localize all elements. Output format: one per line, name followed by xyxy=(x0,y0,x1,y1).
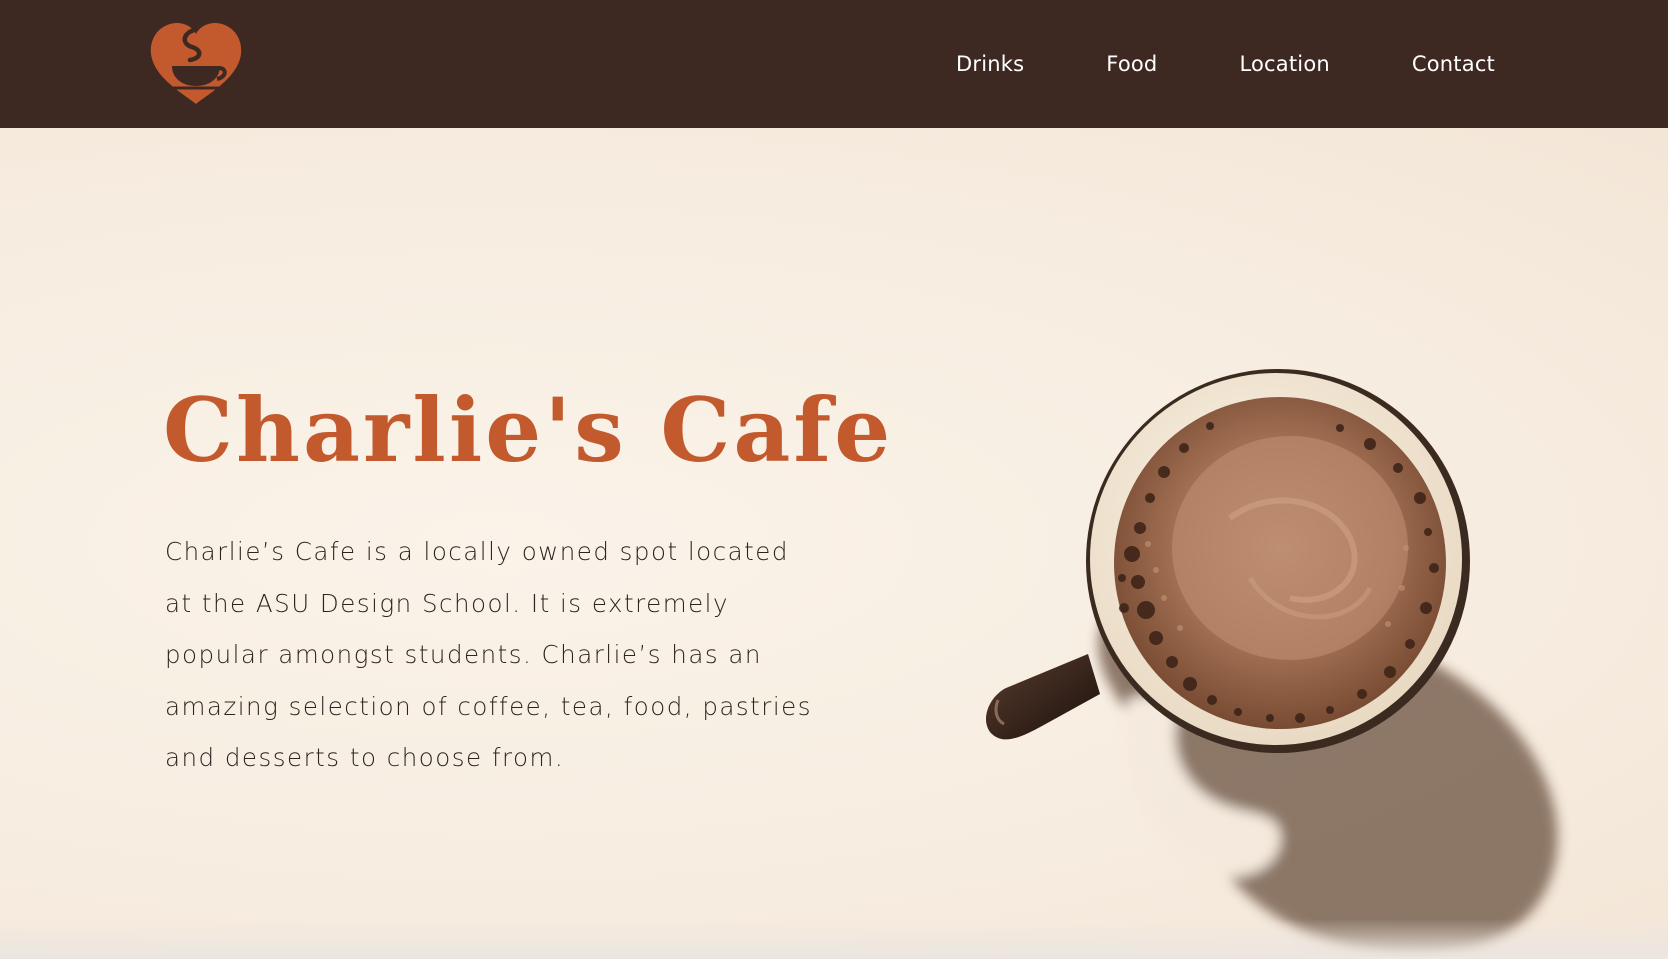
nav-link-food[interactable]: Food xyxy=(1106,52,1157,76)
nav-link-contact[interactable]: Contact xyxy=(1412,52,1495,76)
site-header: Drinks Food Location Contact xyxy=(0,0,1668,128)
main-nav: Drinks Food Location Contact xyxy=(956,0,1495,128)
nav-link-drinks[interactable]: Drinks xyxy=(956,52,1024,76)
cafe-description: Charlie’s Cafe is a locally owned spot l… xyxy=(165,537,812,772)
coffee-mug-image xyxy=(985,369,1558,955)
nav-link-location[interactable]: Location xyxy=(1239,52,1329,76)
hero-bottom-edge xyxy=(0,919,1668,959)
hero-section: Charlie's Cafe Charlie’s Cafe is a local… xyxy=(0,128,1668,959)
page-title: Charlie's Cafe xyxy=(163,378,894,482)
coffee-heart-logo-icon[interactable] xyxy=(148,20,244,106)
